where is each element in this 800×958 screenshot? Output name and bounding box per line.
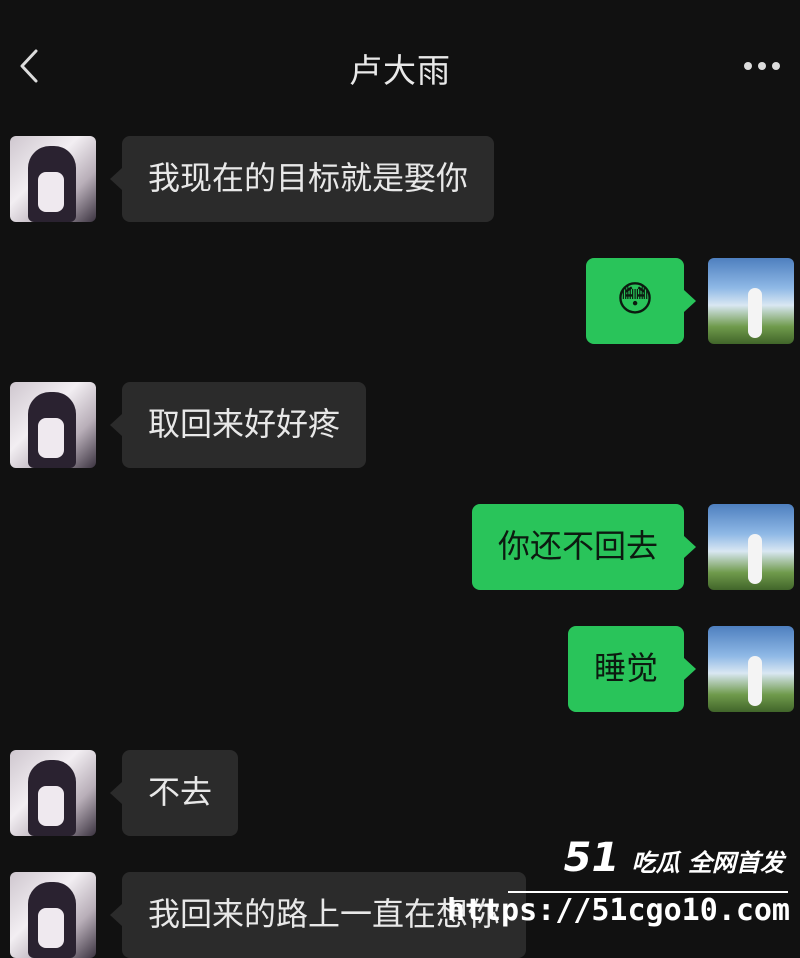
watermark-brand-text: 吃瓜 全网首发 [631, 849, 784, 877]
avatar[interactable] [708, 626, 794, 712]
message-bubble[interactable]: 😳 [586, 258, 696, 344]
avatar[interactable] [708, 504, 794, 590]
watermark-brand-number: 51 [563, 835, 620, 881]
avatar-figure-detail [38, 908, 64, 948]
chat-title: 卢大雨 [349, 51, 451, 90]
watermark: 51 吃瓜 全网首发 https://51cgo10.com [447, 827, 794, 937]
message-bubble[interactable]: 睡觉 [567, 626, 697, 712]
watermark-url: https://51cgo10.com [446, 893, 790, 928]
avatar-figure-detail [38, 418, 64, 458]
flushed-face-emoji: 😳 [616, 279, 654, 320]
watermark-brand: 51 吃瓜 全网首发 [564, 835, 784, 881]
avatar[interactable] [10, 382, 96, 468]
avatar-figure [748, 656, 762, 706]
avatar-figure-detail [38, 786, 64, 826]
avatar[interactable] [10, 136, 96, 222]
more-horizontal-icon[interactable] [744, 62, 780, 72]
avatar-figure [748, 288, 762, 338]
message-bubble[interactable]: 你还不回去 [471, 504, 697, 590]
chat-header: 卢大雨 [0, 0, 800, 112]
avatar[interactable] [708, 258, 794, 344]
avatar[interactable] [10, 872, 96, 958]
message-bubble[interactable]: 取回来好好疼 [109, 382, 367, 468]
message-bubble[interactable]: 不去 [109, 750, 239, 836]
message-bubble[interactable]: 我现在的目标就是娶你 [109, 136, 495, 222]
avatar[interactable] [10, 750, 96, 836]
avatar-figure [748, 534, 762, 584]
avatar-figure-detail [38, 172, 64, 212]
